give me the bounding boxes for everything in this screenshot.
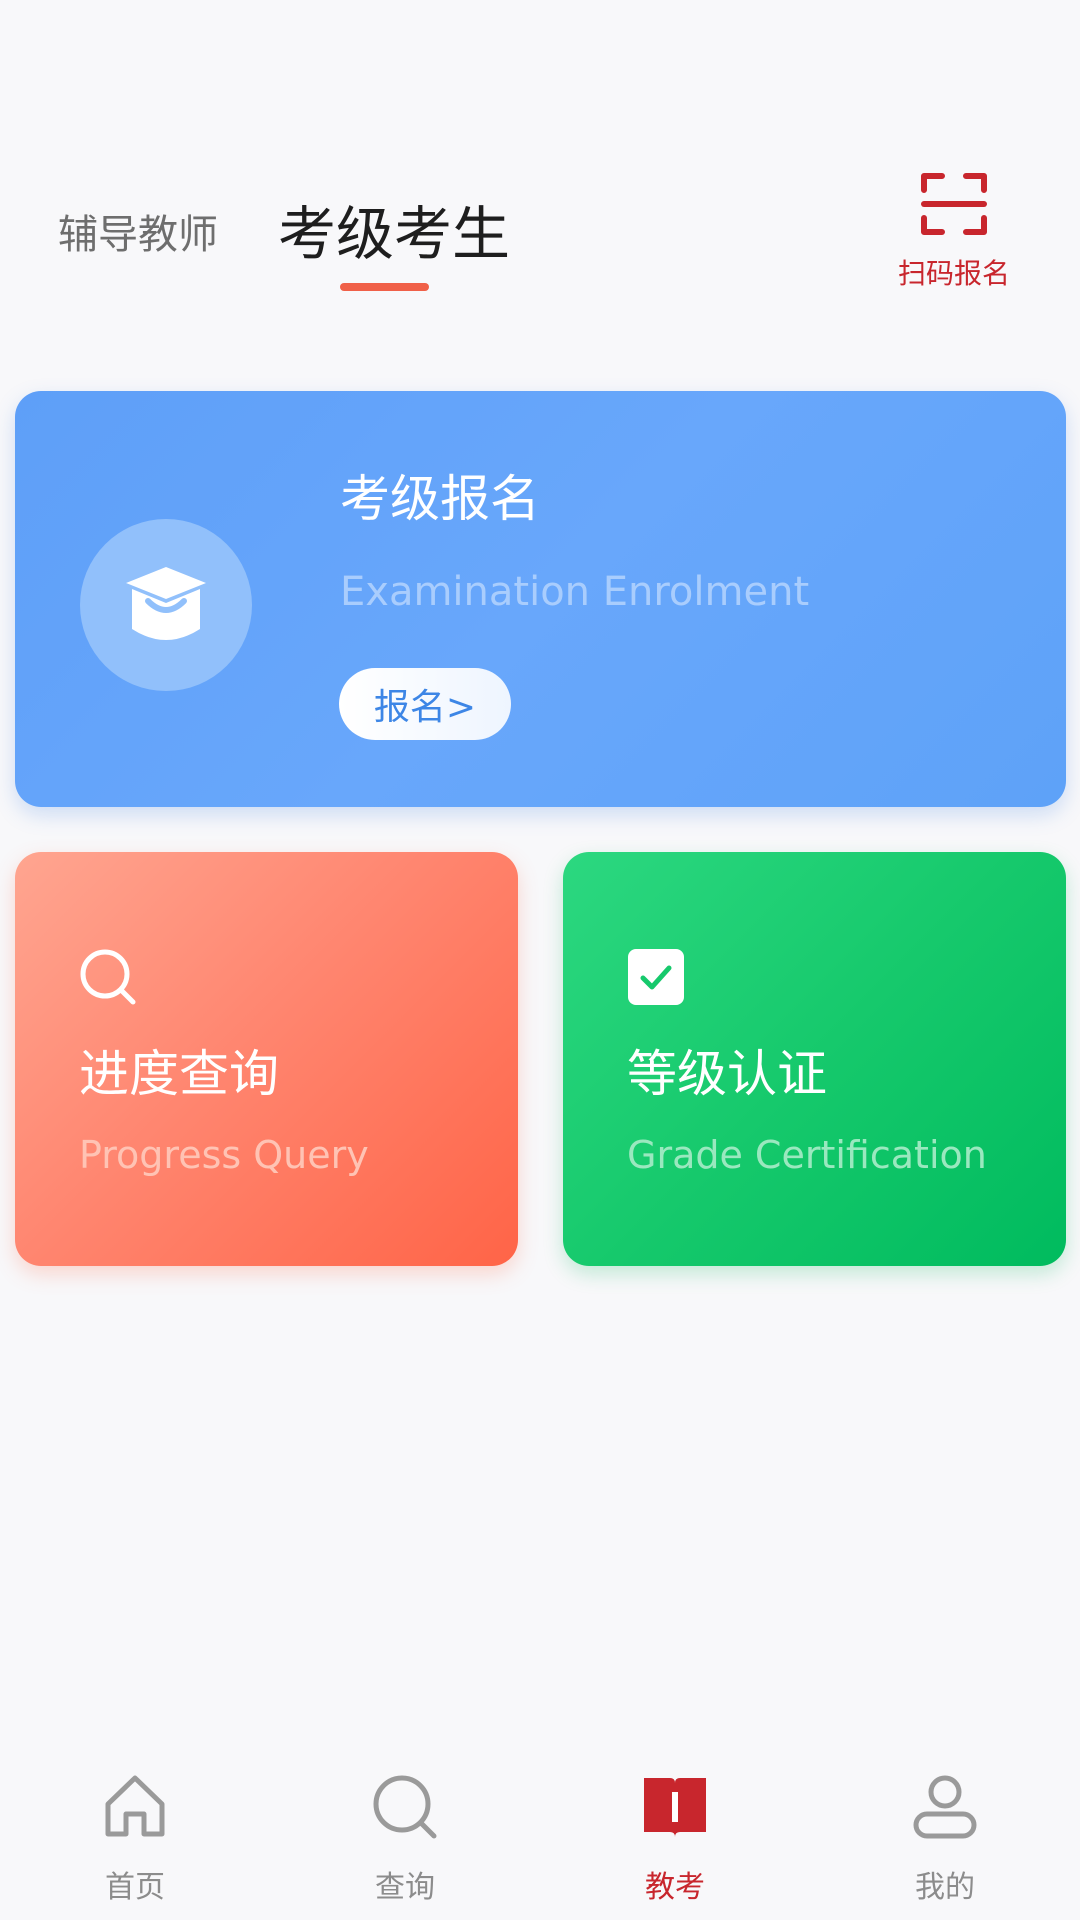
checkbox-icon xyxy=(628,949,684,1005)
progress-query-card[interactable]: 进度查询 Progress Query xyxy=(15,852,518,1266)
screen: 辅导教师 考级考生 扫码报名 考级报名 Examination Enrolmen… xyxy=(0,0,1080,1920)
home-icon xyxy=(105,1775,165,1837)
search-icon xyxy=(373,1775,437,1839)
scan-enrol-label: 扫码报名 xyxy=(897,257,1010,290)
scan-enrol-button[interactable]: 扫码报名 xyxy=(890,170,1018,300)
enrol-title: 考级报名 xyxy=(340,470,540,528)
enrol-icon-circle xyxy=(80,519,252,691)
enrol-subtitle: Examination Enrolment xyxy=(340,569,810,615)
grade-certification-subtitle: Grade Certification xyxy=(627,1133,987,1177)
tab-active-indicator xyxy=(340,283,429,291)
grade-certification-title: 等级认证 xyxy=(627,1045,827,1103)
nav-label-home: 首页 xyxy=(105,1870,165,1905)
graduation-cap-icon xyxy=(126,567,206,640)
nav-item-mine[interactable]: 我的 xyxy=(810,1740,1080,1920)
nav-label-query: 查询 xyxy=(375,1870,435,1905)
scan-icon xyxy=(921,173,987,235)
grade-certification-card[interactable]: 等级认证 Grade Certification xyxy=(563,852,1066,1266)
nav-label-mine: 我的 xyxy=(915,1870,975,1905)
tab-tutor[interactable]: 辅导教师 xyxy=(58,205,218,265)
exam-enrol-card[interactable]: 考级报名 Examination Enrolment 报名> xyxy=(15,391,1066,807)
progress-query-subtitle: Progress Query xyxy=(79,1133,369,1177)
book-icon xyxy=(644,1778,706,1837)
enrol-button[interactable]: 报名> xyxy=(339,668,511,740)
progress-query-title: 进度查询 xyxy=(79,1045,279,1103)
nav-item-home[interactable]: 首页 xyxy=(0,1740,270,1920)
bottom-nav: 首页 查询 教考 我的 xyxy=(0,1740,1080,1920)
user-icon xyxy=(913,1775,977,1839)
nav-item-query[interactable]: 查询 xyxy=(270,1740,540,1920)
search-icon xyxy=(80,949,136,1005)
tab-examinee[interactable]: 考级考生 xyxy=(278,198,510,270)
nav-label-teach-exam: 教考 xyxy=(645,1870,705,1905)
nav-item-teach-exam[interactable]: 教考 xyxy=(540,1740,810,1920)
